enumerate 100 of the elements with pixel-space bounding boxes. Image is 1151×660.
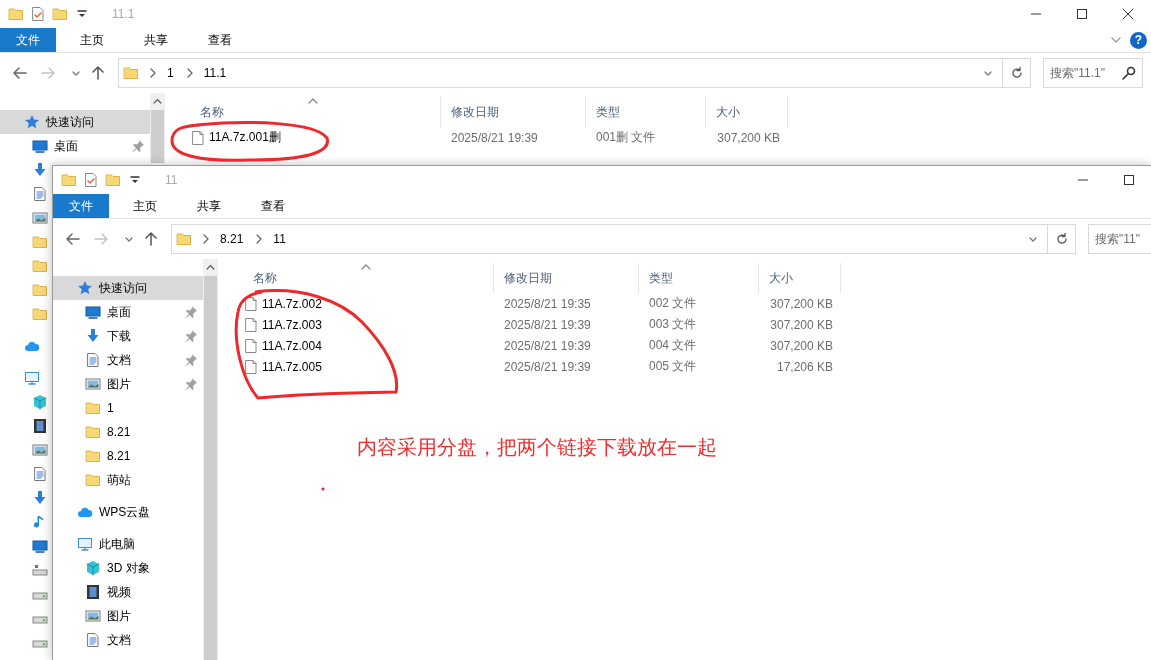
- ribbon-tab[interactable]: 文件: [0, 28, 56, 52]
- scrollbar-thumb[interactable]: [204, 276, 217, 660]
- search-field[interactable]: 搜索"11": [1088, 224, 1151, 254]
- sidebar-item[interactable]: 桌面: [53, 300, 203, 324]
- up-arrow-icon[interactable]: [90, 65, 106, 81]
- pin-icon[interactable]: [183, 376, 199, 392]
- column-header[interactable]: 大小: [759, 263, 841, 293]
- column-header[interactable]: 类型: [639, 263, 759, 293]
- type-cell: 003 文件: [649, 316, 697, 333]
- folder-icon[interactable]: [52, 6, 68, 22]
- picture-icon: [85, 376, 101, 392]
- sidebar-item[interactable]: 文档: [53, 628, 203, 652]
- address-bar[interactable]: 1 11.1: [118, 58, 1003, 88]
- sidebar-item[interactable]: 8.21: [53, 444, 203, 468]
- sidebar-item[interactable]: 图片: [53, 372, 203, 396]
- sidebar-item[interactable]: WPS云盘: [53, 500, 203, 524]
- ribbon-tab[interactable]: 文件: [53, 194, 109, 218]
- folder-icon: [85, 400, 101, 416]
- type-cell: 002 文件: [649, 295, 697, 312]
- pin-icon[interactable]: [183, 304, 199, 320]
- breadcrumb[interactable]: 1: [167, 66, 174, 80]
- monitor-icon: [32, 138, 48, 154]
- file-name[interactable]: 11A.7z.003: [262, 317, 322, 332]
- sidebar-item[interactable]: 下载: [53, 324, 203, 348]
- sidebar-item[interactable]: 萌站: [53, 468, 203, 492]
- folder-icon: [176, 231, 192, 247]
- date-cell: 2025/8/21 19:35: [504, 296, 591, 311]
- breadcrumb[interactable]: 11: [273, 232, 286, 246]
- folder-icon[interactable]: [61, 172, 77, 188]
- sidebar-item[interactable]: 快速访问: [0, 110, 150, 134]
- search-icon[interactable]: [1121, 65, 1137, 81]
- breadcrumb[interactable]: 11.1: [203, 66, 227, 80]
- file-icon: [243, 337, 259, 354]
- minimize-icon: [1078, 179, 1088, 181]
- sidebar-item[interactable]: 8.21: [53, 420, 203, 444]
- file-name[interactable]: 11A.7z.001删: [209, 129, 281, 146]
- cube-icon: [85, 560, 101, 576]
- scrollbar-thumb[interactable]: [151, 110, 164, 163]
- ribbon-tab[interactable]: 主页: [66, 28, 118, 52]
- folder-icon[interactable]: [105, 172, 121, 188]
- pin-icon[interactable]: [183, 352, 199, 368]
- ribbon-tab[interactable]: 共享: [183, 194, 235, 218]
- folder-icon[interactable]: [8, 6, 24, 22]
- close-icon: [1120, 6, 1136, 22]
- refresh-button[interactable]: [1048, 224, 1076, 254]
- refresh-button[interactable]: [1003, 58, 1031, 88]
- download-arrow-icon: [32, 162, 48, 178]
- document-icon: [32, 186, 48, 202]
- help-button[interactable]: ?: [1130, 31, 1147, 49]
- pin-icon[interactable]: [130, 138, 146, 154]
- maximize-icon: [1121, 172, 1137, 188]
- ribbon-tab[interactable]: 查看: [194, 28, 246, 52]
- date-cell: 2025/8/21 19:39: [504, 359, 591, 374]
- sidebar-item[interactable]: 视频: [53, 580, 203, 604]
- film-icon: [85, 584, 101, 600]
- sidebar-item[interactable]: 1: [53, 396, 203, 420]
- column-header[interactable]: 修改日期: [494, 263, 639, 293]
- date-cell: 2025/8/21 19:39: [504, 317, 591, 332]
- sidebar-item[interactable]: 图片: [53, 604, 203, 628]
- folder-icon: [32, 258, 48, 274]
- ribbon-tab[interactable]: 查看: [247, 194, 299, 218]
- file-name[interactable]: 11A.7z.004: [262, 338, 322, 353]
- column-header[interactable]: 类型: [586, 97, 706, 127]
- column-header[interactable]: 名称: [243, 263, 494, 293]
- scrollbar[interactable]: [150, 93, 165, 163]
- ribbon-tab[interactable]: 共享: [130, 28, 182, 52]
- column-header[interactable]: 名称: [190, 97, 441, 127]
- scrollbar[interactable]: [203, 259, 218, 660]
- search-field[interactable]: 搜索"11.1": [1043, 58, 1143, 88]
- address-bar[interactable]: 8.21 11: [171, 224, 1048, 254]
- annotation-dot: [321, 487, 325, 491]
- pin-icon[interactable]: [183, 328, 199, 344]
- annotation-note: 内容采用分盘，把两个链接下载放在一起: [357, 435, 717, 460]
- picture-icon: [32, 442, 48, 458]
- ribbon-tab[interactable]: 主页: [119, 194, 171, 218]
- size-cell: 307,200 KB: [770, 338, 833, 353]
- size-cell: 307,200 KB: [770, 317, 833, 332]
- up-arrow-icon[interactable]: [143, 231, 159, 247]
- sidebar-item[interactable]: 3D 对象: [53, 556, 203, 580]
- sidebar-item[interactable]: 文档: [53, 348, 203, 372]
- properties-icon[interactable]: [30, 6, 46, 22]
- folder-icon: [85, 424, 101, 440]
- breadcrumb[interactable]: 8.21: [220, 232, 244, 246]
- size-cell: 307,200 KB: [770, 296, 833, 311]
- type-cell: 004 文件: [649, 337, 697, 354]
- back-arrow-icon[interactable]: [12, 65, 28, 81]
- monitor-icon: [32, 538, 48, 554]
- sidebar-item[interactable]: 此电脑: [53, 532, 203, 556]
- star-icon: [77, 280, 93, 296]
- column-header[interactable]: 大小: [706, 97, 788, 127]
- maximize-icon: [1074, 6, 1090, 22]
- properties-icon[interactable]: [83, 172, 99, 188]
- type-cell: 005 文件: [649, 358, 697, 375]
- sidebar-item[interactable]: 快速访问: [53, 276, 203, 300]
- sidebar-item[interactable]: 桌面: [0, 134, 150, 158]
- file-name[interactable]: 11A.7z.002: [262, 296, 322, 311]
- back-arrow-icon[interactable]: [65, 231, 81, 247]
- column-header[interactable]: 修改日期: [441, 97, 586, 127]
- window-title: 11.1: [112, 7, 135, 21]
- file-name[interactable]: 11A.7z.005: [262, 359, 322, 374]
